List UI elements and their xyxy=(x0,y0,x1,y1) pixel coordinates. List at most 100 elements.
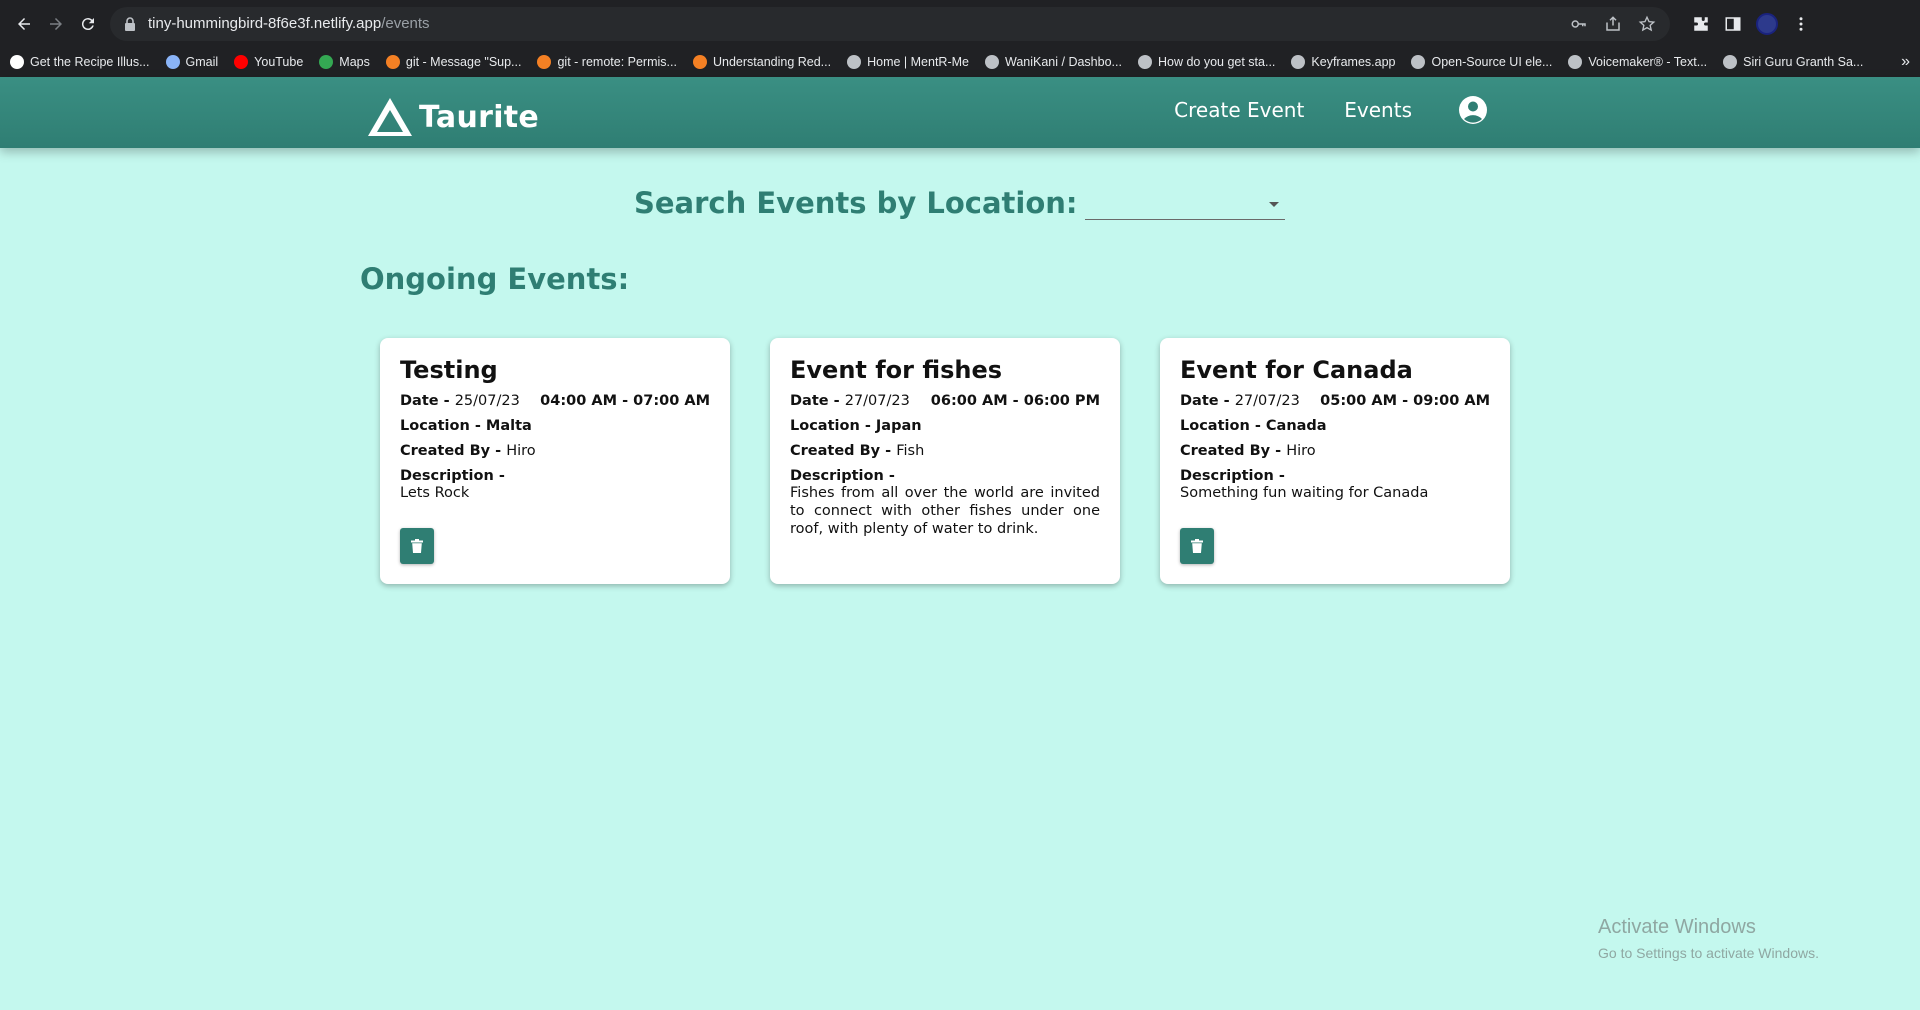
bookmark-favicon-icon xyxy=(847,55,862,69)
bookmark-item[interactable]: Home | MentR-Me xyxy=(847,55,969,69)
bookmark-item[interactable]: WaniKani / Dashbo... xyxy=(985,55,1122,69)
key-icon[interactable] xyxy=(1570,15,1588,33)
created-by-value: Hiro xyxy=(506,443,536,459)
bookmark-item[interactable]: YouTube xyxy=(234,55,303,69)
event-time: 05:00 AM - 09:00 AM xyxy=(1320,393,1490,409)
event-location-row: Location - Canada xyxy=(1180,418,1490,434)
arrow-right-icon xyxy=(50,17,62,30)
main-nav: Create Event Events xyxy=(1174,95,1488,125)
lock-icon xyxy=(125,16,135,31)
created-by-label: Created By - xyxy=(400,443,507,459)
bookmark-favicon-icon xyxy=(1291,55,1306,69)
location-value: Malta xyxy=(485,418,532,434)
bookmark-favicon-icon xyxy=(234,55,249,69)
delete-event-button[interactable] xyxy=(1180,528,1214,564)
event-description: Something fun waiting for Canada xyxy=(1180,485,1429,501)
bookmark-item[interactable]: Open-Source UI ele... xyxy=(1411,55,1552,69)
bookmark-item[interactable]: Understanding Red... xyxy=(692,55,832,69)
bookmarks-bar: Get the Recipe Illus... Gmail YouTube Maps g… xyxy=(0,47,1920,77)
bookmark-label: git - remote: Permis... xyxy=(557,55,677,69)
bookmark-label: Open-Source UI ele... xyxy=(1431,55,1553,69)
location-select[interactable] xyxy=(1085,194,1285,220)
location-label: Location - xyxy=(1180,418,1266,434)
delete-event-button[interactable] xyxy=(400,528,434,564)
reload-icon xyxy=(81,17,94,30)
event-description: Lets Rock xyxy=(400,485,470,501)
more-vert-icon[interactable] xyxy=(1792,15,1810,33)
event-date: Date - 27/07/23 xyxy=(790,393,910,409)
event-date-row: Date - 27/07/23 06:00 AM - 06:00 PM xyxy=(790,393,1100,409)
app-header: Taurite Create Event Events xyxy=(0,77,1920,148)
nav-events[interactable]: Events xyxy=(1344,98,1412,122)
bookmark-favicon-icon xyxy=(1137,55,1152,69)
brand-logo[interactable]: Taurite xyxy=(365,95,539,139)
bookmark-favicon-icon xyxy=(385,55,400,69)
location-value: Japan xyxy=(875,418,922,434)
date-value: 27/07/23 xyxy=(844,393,910,409)
event-time: 06:00 AM - 06:00 PM xyxy=(930,393,1100,409)
event-location-row: Location - Malta xyxy=(400,418,710,434)
bookmark-item[interactable]: git - remote: Permis... xyxy=(537,55,677,69)
watermark-title: Activate Windows xyxy=(1598,916,1756,938)
watermark-subtitle: Go to Settings to activate Windows. xyxy=(1598,945,1819,961)
address-bar[interactable]: tiny-hummingbird-8f6e3f.netlify.app/even… xyxy=(110,6,1670,41)
bookmark-item[interactable]: Voicemaker® - Text... xyxy=(1568,55,1707,69)
back-button[interactable] xyxy=(8,8,40,40)
side-panel-icon[interactable] xyxy=(1724,15,1742,33)
bookmark-label: Get the Recipe Illus... xyxy=(30,55,150,69)
event-card: Event for fishes Date - 27/07/23 06:00 A… xyxy=(770,338,1120,584)
bookmark-favicon-icon xyxy=(537,55,552,69)
event-time: 04:00 AM - 07:00 AM xyxy=(540,393,710,409)
section-title: Ongoing Events: xyxy=(360,262,630,296)
created-by-value: Hiro xyxy=(1286,443,1316,459)
bookmark-label: Home | MentR-Me xyxy=(867,55,969,69)
event-title: Event for fishes xyxy=(790,356,1003,384)
bookmark-favicon-icon xyxy=(985,55,999,69)
event-creator-row: Created By - Hiro xyxy=(400,443,710,459)
bookmark-favicon-icon xyxy=(10,55,24,69)
reload-button[interactable] xyxy=(72,8,104,40)
bookmark-item[interactable]: Maps xyxy=(319,55,370,69)
bookmark-favicon-icon xyxy=(692,55,707,69)
profile-avatar[interactable] xyxy=(1756,12,1778,35)
bookmark-favicon-icon xyxy=(165,55,180,69)
bookmark-item[interactable]: Keyframes.app xyxy=(1291,55,1395,69)
bookmark-item[interactable]: Siri Guru Granth Sa... xyxy=(1723,55,1863,69)
nav-create-event[interactable]: Create Event xyxy=(1174,98,1304,122)
search-label: Search Events by Location: xyxy=(634,186,1078,220)
bookmark-label: git - Message "Sup... xyxy=(405,55,522,69)
trash-icon xyxy=(1191,539,1203,553)
chevron-down-icon xyxy=(1269,202,1279,207)
event-title: Event for Canada xyxy=(1180,356,1413,384)
description-label: Description - xyxy=(790,468,895,484)
bookmark-label: Understanding Red... xyxy=(712,55,832,69)
bookmark-item[interactable]: Gmail xyxy=(165,55,218,69)
bookmark-item[interactable]: git - Message "Sup... xyxy=(385,55,522,69)
bookmark-item[interactable]: How do you get sta... xyxy=(1137,55,1276,69)
event-title: Testing xyxy=(400,356,498,384)
url-path: /events xyxy=(381,15,430,32)
date-value: 27/07/23 xyxy=(1234,393,1300,409)
date-label: Date - xyxy=(1180,393,1235,409)
bookmarks-overflow-icon[interactable]: » xyxy=(1901,53,1910,71)
event-date-row: Date - 25/07/23 04:00 AM - 07:00 AM xyxy=(400,393,710,409)
share-icon[interactable] xyxy=(1604,15,1622,33)
location-value: Canada xyxy=(1265,418,1327,434)
date-label: Date - xyxy=(790,393,845,409)
event-card: Event for Canada Date - 27/07/23 05:00 A… xyxy=(1160,338,1510,584)
location-label: Location - xyxy=(400,418,486,434)
bookmark-label: How do you get sta... xyxy=(1157,55,1276,69)
bookmark-label: Voicemaker® - Text... xyxy=(1588,55,1708,69)
bookmark-item[interactable]: Get the Recipe Illus... xyxy=(10,55,150,69)
bookmark-label: YouTube xyxy=(254,55,304,69)
extensions-icon[interactable] xyxy=(1692,15,1710,33)
created-by-label: Created By - xyxy=(790,443,897,459)
user-account-icon[interactable] xyxy=(1458,95,1488,125)
star-icon[interactable] xyxy=(1638,15,1656,33)
date-label: Date - xyxy=(400,393,455,409)
trash-icon xyxy=(411,539,423,553)
forward-button[interactable] xyxy=(40,8,72,40)
event-date: Date - 27/07/23 xyxy=(1180,393,1300,409)
bookmark-favicon-icon xyxy=(1411,55,1426,69)
created-by-label: Created By - xyxy=(1180,443,1287,459)
